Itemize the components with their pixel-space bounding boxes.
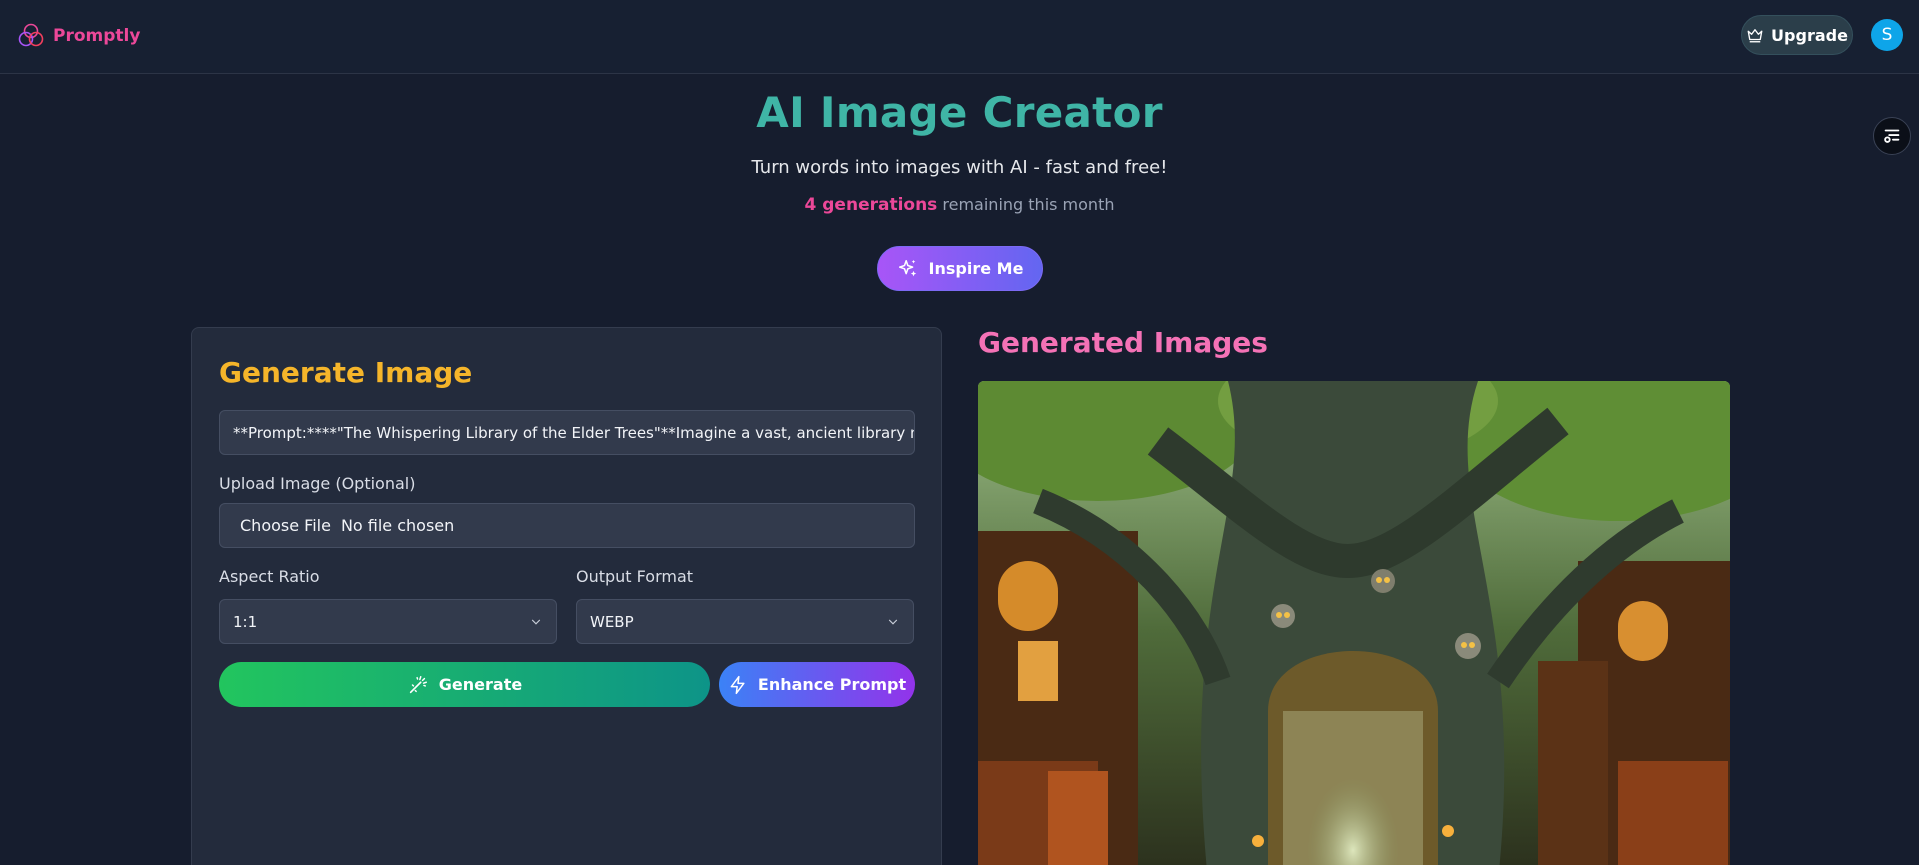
generate-panel: Generate Image **Prompt:****"The Whisper… [191,327,942,865]
enhance-label: Enhance Prompt [757,675,907,694]
file-status: No file chosen [340,516,455,535]
crown-icon [1747,29,1763,43]
generated-image-art [978,381,1730,865]
generations-count: 4 generations [804,195,938,215]
aspect-ratio-value: 1:1 [233,612,258,631]
brand-name: Promptly [53,26,141,46]
inspire-me-button[interactable]: Inspire Me [877,246,1043,291]
generations-remaining: 4 generations remaining this month [0,195,1919,215]
page-subtitle: Turn words into images with AI - fast an… [751,157,1168,178]
enhance-prompt-button[interactable]: Enhance Prompt [719,662,915,707]
brand-link[interactable]: Promptly [17,22,140,50]
upgrade-button[interactable]: Upgrade [1741,15,1853,55]
lightning-icon [730,675,745,694]
upload-label: Upload Image (Optional) [219,474,416,493]
avatar[interactable]: S [1871,19,1903,51]
top-bar: Promptly Upgrade S [0,0,1919,74]
output-format-value: WEBP [590,612,634,631]
upgrade-label: Upgrade [1771,25,1848,45]
prompt-input[interactable]: **Prompt:****"The Whispering Library of … [219,410,915,455]
output-format-select[interactable]: WEBP [576,599,914,644]
generated-image[interactable] [978,381,1730,865]
generate-button[interactable]: Generate [219,662,710,707]
sparkles-icon [898,259,916,276]
choose-file-button[interactable]: Choose File [240,516,331,535]
chevron-down-icon [531,619,541,625]
output-format-label: Output Format [576,567,694,586]
file-upload-input[interactable]: Choose File No file chosen [219,503,915,548]
generate-label: Generate [438,675,523,694]
magic-wand-icon [409,675,427,693]
generations-suffix: remaining this month [937,195,1115,214]
chevron-down-icon [888,619,898,625]
aspect-ratio-select[interactable]: 1:1 [219,599,557,644]
generated-images-title: Generated Images [978,326,1268,359]
inspire-label: Inspire Me [928,259,1024,278]
generate-title: Generate Image [219,356,473,389]
page-title: AI Image Creator [756,88,1163,137]
aspect-ratio-label: Aspect Ratio [219,567,320,586]
logo-icon [18,23,44,47]
